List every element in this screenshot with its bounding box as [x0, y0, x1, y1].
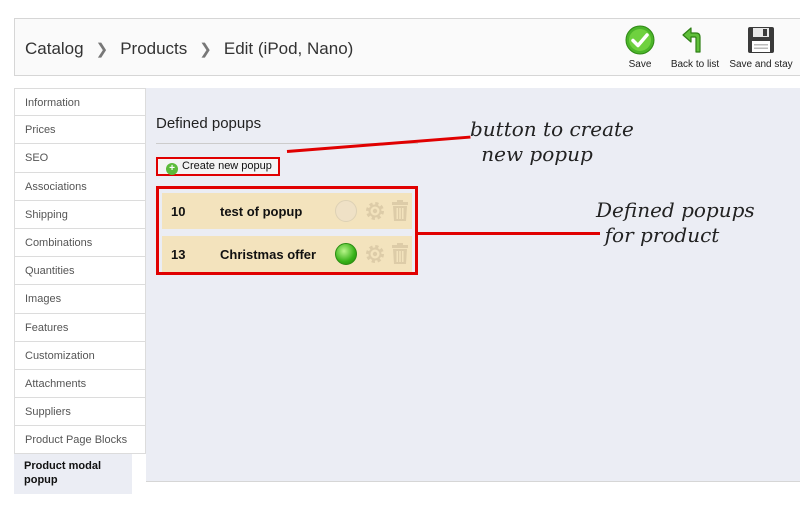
annotation-text: button to create — [470, 117, 634, 141]
trash-icon[interactable] — [390, 199, 410, 223]
sidebar-item-product-modal-popup[interactable]: Product modal popup — [14, 454, 132, 495]
sidebar-item-combinations[interactable]: Combinations — [14, 228, 146, 258]
sidebar-item-attachments[interactable]: Attachments — [14, 369, 146, 399]
sidebar-item-shipping[interactable]: Shipping — [14, 200, 146, 229]
annotation-text: for product — [604, 223, 720, 247]
popup-name: Christmas offer — [220, 247, 317, 262]
popup-id: 10 — [171, 204, 186, 219]
annotation-list-note: Defined popups for product — [596, 198, 755, 248]
save-label: Save — [628, 59, 652, 70]
floppy-disk-icon — [748, 27, 774, 53]
status-toggle-inactive[interactable] — [335, 200, 357, 222]
chevron-right-icon: ❯ — [95, 41, 109, 58]
sidebar-item-suppliers[interactable]: Suppliers — [14, 398, 146, 427]
gear-icon[interactable] — [364, 243, 386, 265]
check-icon — [625, 25, 655, 55]
annotation-line-list — [418, 232, 600, 235]
sidebar: Information Prices SEO Associations Ship… — [14, 88, 146, 495]
back-to-list-label: Back to list — [670, 59, 720, 70]
breadcrumb-edit: Edit (iPod, Nano) — [223, 39, 354, 58]
status-toggle-active[interactable] — [335, 243, 357, 265]
sidebar-item-seo[interactable]: SEO — [14, 144, 146, 173]
create-new-popup-label: Create new popup — [182, 160, 272, 172]
popup-id: 13 — [171, 247, 186, 262]
create-new-popup-button[interactable]: + Create new popup — [156, 157, 280, 176]
page-header: Catalog ❯ Products ❯ Edit (iPod, Nano) Save … — [14, 18, 800, 76]
list-item: 10 test of popup — [162, 193, 412, 229]
sidebar-item-features[interactable]: Features — [14, 313, 146, 342]
gear-icon[interactable] — [364, 200, 386, 222]
sidebar-item-customization[interactable]: Customization — [14, 341, 146, 370]
sidebar-item-product-page-blocks[interactable]: Product Page Blocks — [14, 426, 146, 455]
chevron-right-icon: ❯ — [199, 41, 212, 58]
section-title: Defined popups — [156, 115, 262, 132]
breadcrumb-products[interactable]: Products — [120, 39, 187, 58]
breadcrumb-catalog[interactable]: Catalog — [25, 39, 84, 58]
sidebar-item-associations[interactable]: Associations — [14, 172, 146, 201]
save-button[interactable]: Save — [615, 25, 665, 70]
popup-name: test of popup — [220, 204, 303, 219]
list-item: 13 Christmas offer — [162, 236, 412, 272]
sidebar-item-prices[interactable]: Prices — [14, 116, 146, 145]
plus-icon: + — [166, 163, 178, 175]
popup-list: 10 test of popup 13 Christmas offer — [156, 186, 418, 275]
sidebar-item-images[interactable]: Images — [14, 285, 146, 314]
back-to-list-button[interactable]: Back to list — [660, 25, 730, 70]
trash-icon[interactable] — [390, 242, 410, 266]
sidebar-item-information[interactable]: Information — [14, 88, 146, 117]
breadcrumb: Catalog ❯ Products ❯ Edit (iPod, Nano) — [25, 39, 353, 59]
annotation-text: Defined popups — [596, 198, 755, 222]
save-and-stay-label: Save and stay — [729, 59, 793, 70]
return-arrow-icon — [682, 27, 701, 53]
annotation-text: new popup — [481, 142, 593, 166]
annotation-create-note: button to create new popup — [470, 117, 634, 167]
save-and-stay-button[interactable]: Save and stay — [726, 25, 796, 70]
sidebar-item-quantities[interactable]: Quantities — [14, 257, 146, 286]
